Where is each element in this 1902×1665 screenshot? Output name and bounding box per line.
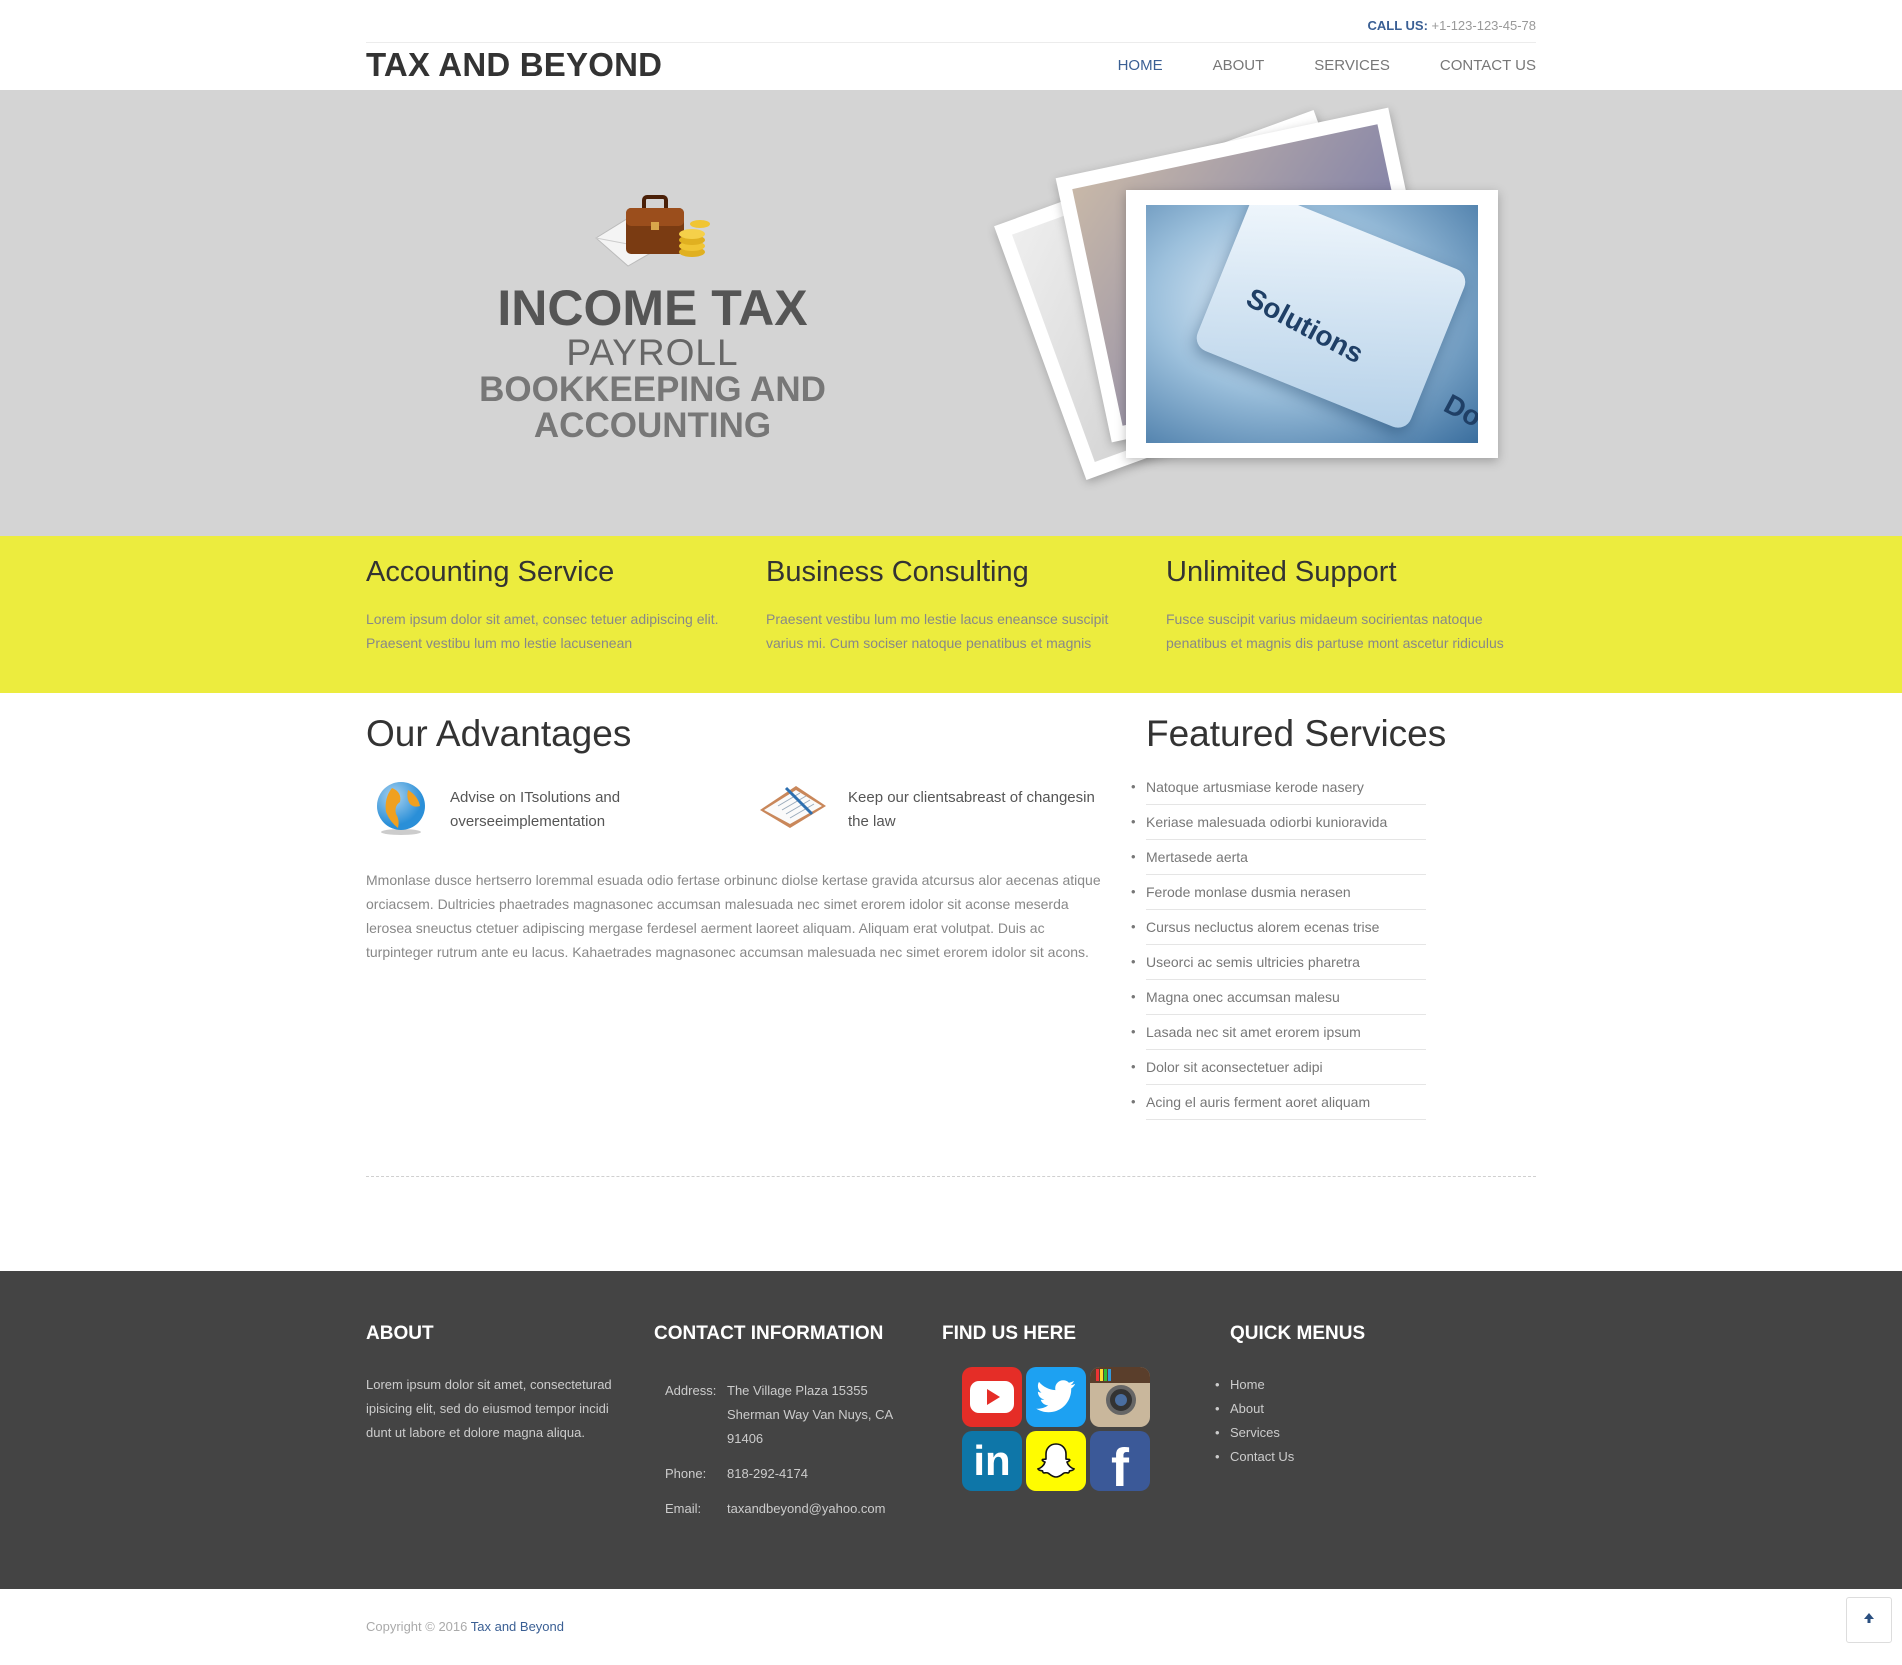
- advantage-text: Keep our clientsabreast of changesin the…: [848, 789, 1095, 830]
- footer-quick-menus: QUICK MENUS Home About Services Contact …: [1215, 1323, 1480, 1469]
- phone-value[interactable]: 818-292-4174: [727, 1462, 897, 1486]
- advantage-item: Keep our clientsabreast of changesin the…: [756, 780, 1116, 835]
- phone-label: Phone:: [665, 1466, 707, 1481]
- footer-contact-title: CONTACT INFORMATION: [654, 1323, 884, 1344]
- advantage-text: Advise on ITsolutions and overseeimpleme…: [450, 789, 621, 830]
- featured-service-item[interactable]: Lasada nec sit amet erorem ipsum: [1131, 1015, 1426, 1050]
- quick-menu-home[interactable]: Home: [1215, 1373, 1480, 1397]
- footer-about: ABOUT Lorem ipsum dolor sit amet, consec…: [366, 1323, 616, 1445]
- footer-find-us: FIND US HERE in f: [942, 1323, 1192, 1491]
- facebook-icon[interactable]: f: [1090, 1431, 1150, 1491]
- address-value: The Village Plaza 15355 Sherman Way Van …: [727, 1383, 893, 1446]
- globe-icon: [374, 780, 432, 841]
- site-footer: ABOUT Lorem ipsum dolor sit amet, consec…: [0, 1271, 1902, 1589]
- copyright-text: Copyright © 2016: [366, 1619, 471, 1634]
- footer-about-text: Lorem ipsum dolor sit amet, consectetura…: [366, 1377, 612, 1440]
- featured-service-item[interactable]: Keriase malesuada odiorbi kunioravida: [1131, 805, 1426, 840]
- copyright: Copyright © 2016 Tax and Beyond: [366, 1619, 564, 1634]
- instagram-icon[interactable]: [1090, 1367, 1150, 1427]
- email-value[interactable]: taxandbeyond@yahoo.com: [727, 1497, 897, 1521]
- quick-menu-about[interactable]: About: [1215, 1397, 1480, 1421]
- quick-menu-services[interactable]: Services: [1215, 1421, 1480, 1445]
- featured-service-item[interactable]: Magna onec accumsan malesu: [1131, 980, 1426, 1015]
- twitter-icon[interactable]: [1026, 1367, 1086, 1427]
- featured-service-item[interactable]: Dolor sit aconsectetuer adipi: [1131, 1050, 1426, 1085]
- linkedin-icon[interactable]: in: [962, 1431, 1022, 1491]
- email-label: Email:: [665, 1501, 702, 1516]
- quick-menu-list: Home About Services Contact Us: [1215, 1373, 1480, 1469]
- contact-email: Email: taxandbeyond@yahoo.com: [654, 1497, 914, 1521]
- footer-about-title: ABOUT: [366, 1323, 434, 1344]
- featured-service-item[interactable]: Acing el auris ferment aoret aliquam: [1131, 1085, 1426, 1120]
- advantages-paragraph: Mmonlase dusce hertserro loremmal esuada…: [366, 872, 1101, 960]
- snapchat-icon[interactable]: [1026, 1431, 1086, 1491]
- featured-service-item[interactable]: Ferode monlase dusmia nerasen: [1131, 875, 1426, 910]
- quick-menu-contact-us[interactable]: Contact Us: [1215, 1445, 1480, 1469]
- advantage-item: Advise on ITsolutions and overseeimpleme…: [374, 780, 674, 841]
- social-icons: in f: [962, 1367, 1192, 1491]
- featured-services-title: Featured Services: [1146, 713, 1447, 754]
- contact-phone: Phone: 818-292-4174: [654, 1462, 914, 1486]
- contact-address: Address: The Village Plaza 15355 Sherman…: [654, 1379, 914, 1451]
- featured-service-item[interactable]: Natoque artusmiase kerode nasery: [1131, 770, 1426, 805]
- featured-services-list: Natoque artusmiase kerode nasery Keriase…: [1131, 770, 1426, 1120]
- footer-find-title: FIND US HERE: [942, 1323, 1077, 1344]
- featured-service-item[interactable]: Useorci ac semis ultricies pharetra: [1131, 945, 1426, 980]
- footer-quick-title: QUICK MENUS: [1230, 1323, 1366, 1344]
- youtube-icon[interactable]: [962, 1367, 1022, 1427]
- advantages-title: Our Advantages: [366, 713, 632, 754]
- copyright-brand-link[interactable]: Tax and Beyond: [471, 1619, 564, 1634]
- back-to-top-button[interactable]: [1846, 1597, 1892, 1643]
- address-label: Address:: [665, 1383, 717, 1398]
- featured-service-item[interactable]: Cursus necluctus alorem ecenas trise: [1131, 910, 1426, 945]
- featured-service-item[interactable]: Mertasede aerta: [1131, 840, 1426, 875]
- footer-contact: CONTACT INFORMATION Address: The Village…: [654, 1323, 914, 1532]
- main-content: Our Advantages Advise on ITsolutions and…: [366, 0, 1536, 1271]
- clipboard-icon: [756, 780, 828, 835]
- section-divider: [366, 1176, 1536, 1177]
- arrow-up-icon: [1862, 1611, 1876, 1630]
